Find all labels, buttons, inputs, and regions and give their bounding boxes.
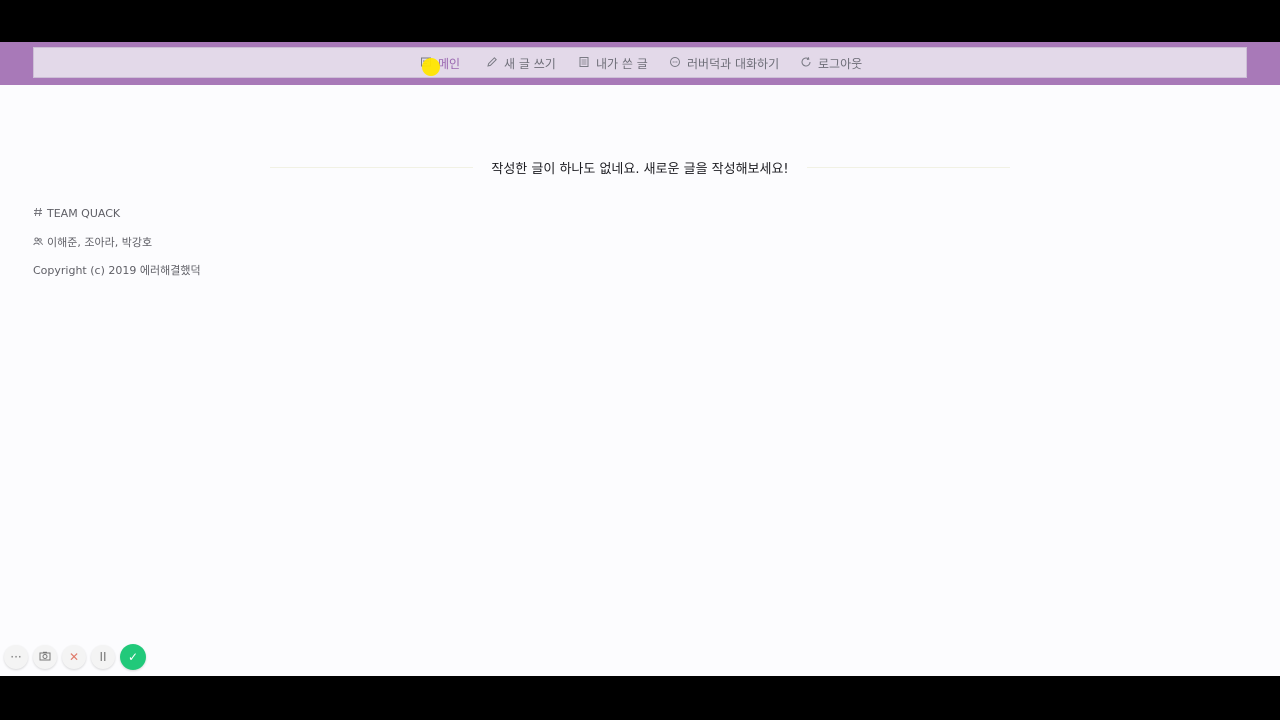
nav-menu: 메인 새 글 쓰기 내가 쓴 글 러버덕과 대화하기 로그아웃 [33, 47, 1247, 80]
nav-item-label: 새 글 쓰기 [504, 57, 556, 71]
nav-item-my-posts[interactable]: 내가 쓴 글 [578, 48, 648, 79]
document-icon [578, 56, 590, 71]
hash-icon [33, 207, 43, 220]
cursor-highlight [422, 58, 440, 76]
nav-item-logout[interactable]: 로그아웃 [800, 48, 862, 79]
divider-left [270, 166, 474, 168]
nav-item-label: 러버덕과 대화하기 [687, 57, 780, 71]
top-letterbox [0, 0, 1280, 42]
camera-toggle-button[interactable] [33, 645, 57, 669]
nav-item-label: 로그아웃 [818, 57, 863, 71]
chat-icon [669, 56, 681, 71]
more-options-button[interactable]: ··· [4, 645, 28, 669]
nav-item-write[interactable]: 새 글 쓰기 [486, 48, 556, 79]
refresh-icon [800, 56, 812, 71]
cancel-recording-button[interactable]: ✕ [62, 645, 86, 669]
nav-item-label: 메인 [438, 57, 461, 71]
pause-recording-button[interactable]: II [91, 645, 115, 669]
nav-item-label: 내가 쓴 글 [596, 57, 648, 71]
recorder-controls: ··· ✕ II ✓ [4, 644, 146, 670]
users-icon [33, 236, 43, 249]
footer-team: TEAM QUACK [33, 207, 120, 220]
divider-right [806, 166, 1011, 168]
empty-state: 작성한 글이 하나도 없네요. 새로운 글을 작성해보세요! [270, 157, 1011, 177]
nav-item-chat-rubberduck[interactable]: 러버덕과 대화하기 [669, 48, 779, 79]
copyright-text: Copyright (c) 2019 에러해결했덕 [33, 264, 201, 277]
bottom-letterbox [0, 676, 1280, 720]
member-names: 이해준, 조아라, 박강호 [47, 236, 153, 249]
footer-members: 이해준, 조아라, 박강호 [33, 234, 152, 250]
team-name: TEAM QUACK [47, 207, 121, 220]
finish-recording-button[interactable]: ✓ [120, 644, 146, 670]
pencil-icon [486, 56, 498, 71]
camera-icon [39, 650, 51, 665]
empty-message: 작성한 글이 하나도 없네요. 새로운 글을 작성해보세요! [491, 161, 789, 177]
footer-copyright: Copyright (c) 2019 에러해결했덕 [33, 262, 201, 278]
navbar: 메인 새 글 쓰기 내가 쓴 글 러버덕과 대화하기 로그아웃 [0, 42, 1280, 85]
browser-viewport: 메인 새 글 쓰기 내가 쓴 글 러버덕과 대화하기 로그아웃 작성한 글이 하… [0, 42, 1280, 676]
